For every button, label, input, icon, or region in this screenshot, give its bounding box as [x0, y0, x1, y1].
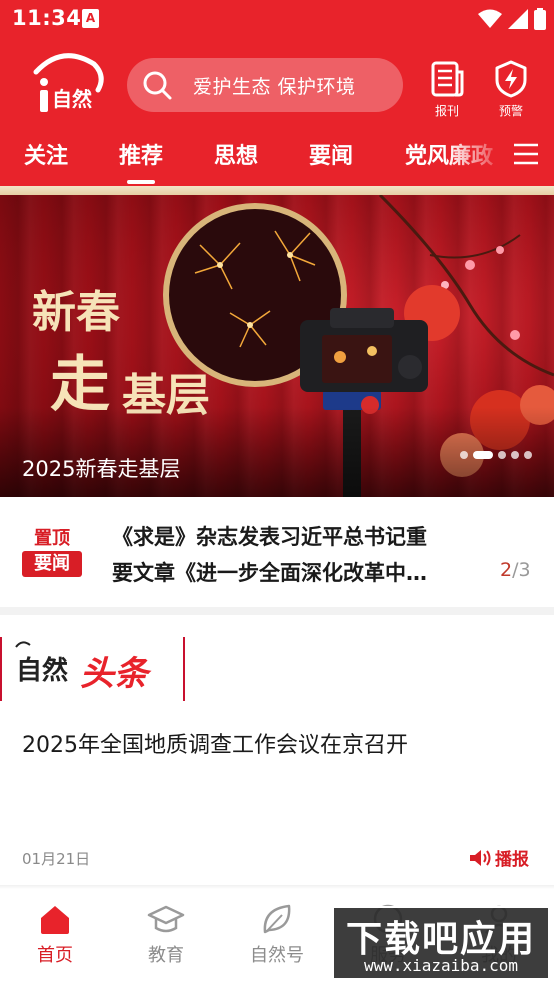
- watermark: 下载吧应用 www.xiazaiba.com: [332, 906, 550, 980]
- tabs-fade: [448, 130, 508, 180]
- header-divider: [0, 186, 554, 195]
- banner-caption: 2025新春走基层: [22, 457, 181, 481]
- carousel-dot: [460, 451, 468, 459]
- newspaper-icon: [431, 61, 464, 97]
- tab-thought[interactable]: 思想: [214, 138, 258, 170]
- pinned-badge-bottom: 要闻: [22, 551, 82, 577]
- pinned-page-total: /3: [512, 559, 531, 581]
- nav-home-label: 首页: [37, 945, 73, 966]
- leaf-icon: [263, 904, 291, 934]
- broadcast-button[interactable]: 播报: [468, 845, 529, 870]
- watermark-main: 下载吧应用: [345, 919, 536, 960]
- status-time: 11:34: [12, 6, 82, 30]
- search-icon: [143, 71, 172, 100]
- watermark-url: www.xiazaiba.com: [363, 956, 519, 975]
- svg-text:自然: 自然: [52, 87, 92, 111]
- carousel-dot-active: [473, 451, 493, 459]
- pinned-line-2: 要文章《进一步全面深化改革中…: [112, 561, 427, 585]
- pinned-line-1: 《求是》杂志发表习近平总书记重: [112, 525, 427, 549]
- pinned-badge-top: 置顶: [34, 528, 70, 549]
- tab-recommend[interactable]: 推荐: [119, 138, 163, 184]
- pinned-pager: 2/3: [500, 559, 531, 581]
- signal-icon: [508, 9, 528, 29]
- warning-button[interactable]: 预警: [486, 60, 536, 122]
- carousel-dot: [498, 451, 506, 459]
- ziran-toutiao-logo: 自然 头条: [0, 637, 185, 701]
- section-divider: [0, 607, 554, 615]
- nav-education[interactable]: 教育: [121, 903, 211, 967]
- nav-education-label: 教育: [148, 945, 184, 966]
- pinned-badge: 置顶 要闻: [22, 527, 82, 577]
- pinned-headline-text: 《求是》杂志发表习近平总书记重 要文章《进一步全面深化改革中…: [112, 519, 492, 591]
- warning-shield-icon: [495, 60, 527, 98]
- nav-home[interactable]: 首页: [10, 903, 100, 967]
- battery-icon: [534, 8, 546, 30]
- top-header: 11:34 A 自然 爱护生态 保护环境 报刊 预警 关注 推荐 思想 要闻: [0, 0, 554, 195]
- article-date: 01月21日: [22, 850, 91, 868]
- nav-ziran-hao-label: 自然号: [250, 945, 304, 966]
- banner-carousel[interactable]: 新春 走 基层 2025新春走基层: [0, 195, 554, 497]
- search-bar[interactable]: 爱护生态 保护环境: [127, 58, 403, 112]
- wifi-icon: [478, 9, 502, 28]
- menu-icon[interactable]: [512, 142, 540, 166]
- warning-label: 预警: [498, 104, 523, 118]
- channel-tabs: 关注 推荐 思想 要闻 党风廉政: [0, 130, 554, 184]
- tab-follow[interactable]: 关注: [24, 138, 68, 170]
- article-title: 2025年全国地质调查工作会议在京召开: [22, 733, 408, 758]
- carousel-dot: [511, 451, 519, 459]
- search-placeholder: 爱护生态 保护环境: [193, 75, 356, 98]
- app-logo[interactable]: 自然: [22, 46, 104, 116]
- home-icon: [41, 906, 69, 934]
- pinned-page-current: 2: [500, 559, 513, 581]
- broadcast-label: 播报: [495, 850, 529, 870]
- carousel-indicator: [460, 451, 532, 459]
- newspaper-label: 报刊: [434, 104, 459, 118]
- status-icons: [478, 8, 546, 30]
- pinned-headline[interactable]: 置顶 要闻 《求是》杂志发表习近平总书记重 要文章《进一步全面深化改革中… 2/…: [0, 497, 554, 607]
- nav-ziran-hao[interactable]: 自然号: [232, 903, 322, 967]
- graduation-cap-icon: [147, 905, 185, 933]
- speaker-icon: [470, 849, 491, 866]
- tab-headlines[interactable]: 要闻: [309, 138, 353, 170]
- carousel-dot: [524, 451, 532, 459]
- article-card[interactable]: 自然 头条 2025年全国地质调查工作会议在京召开 01月21日 播报: [0, 615, 554, 885]
- svg-text:头条: 头条: [80, 654, 152, 694]
- notification-app-icon: A: [82, 9, 99, 28]
- status-bar: 11:34 A: [0, 0, 554, 38]
- svg-text:新春: 新春: [32, 287, 120, 338]
- newspaper-button[interactable]: 报刊: [422, 60, 472, 122]
- svg-text:自然: 自然: [16, 655, 68, 686]
